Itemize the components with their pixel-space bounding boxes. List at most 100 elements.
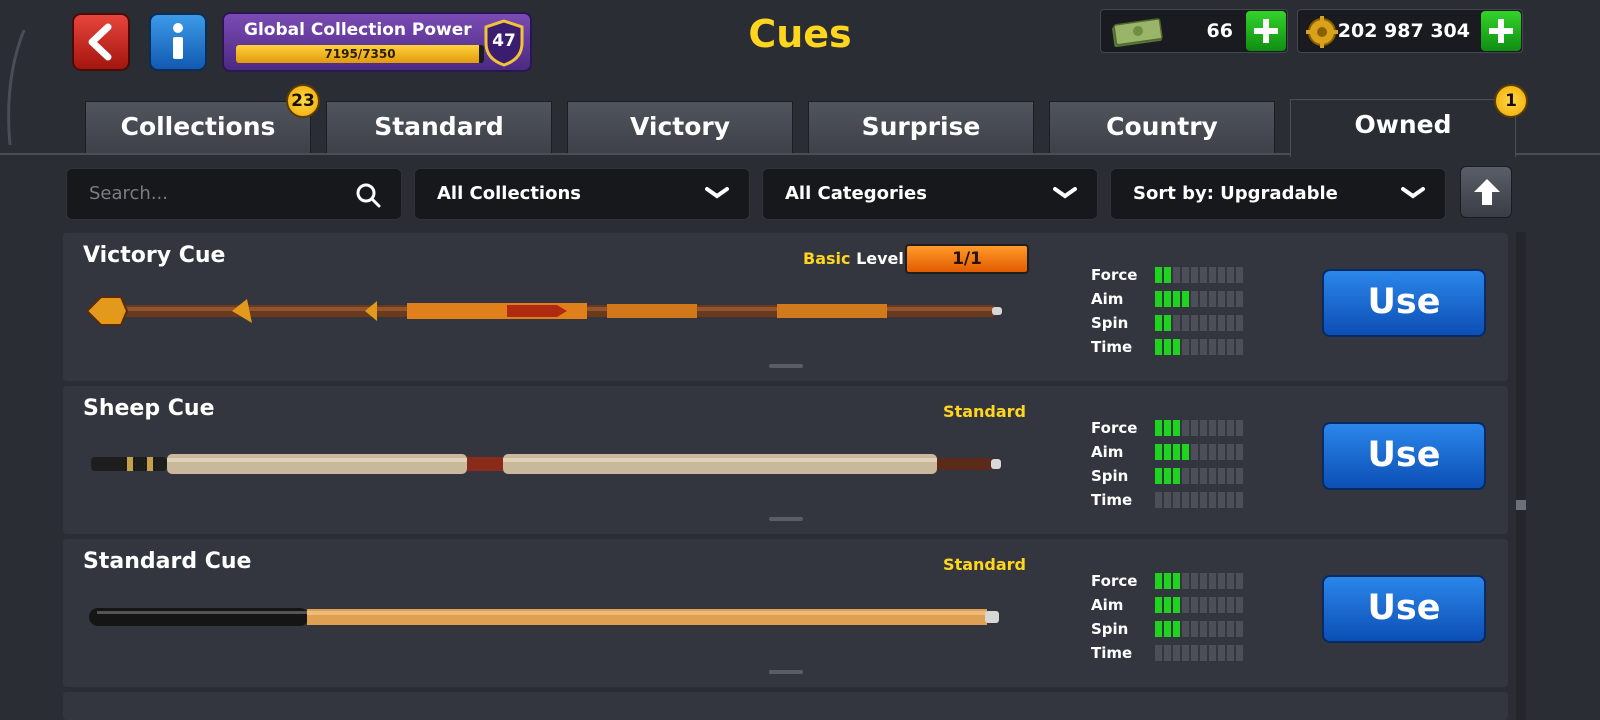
stat-segment	[1209, 339, 1216, 355]
stat-segment	[1155, 315, 1162, 331]
back-arrow-icon	[88, 23, 112, 61]
aim-label: Aim	[1091, 596, 1124, 614]
drag-handle[interactable]	[769, 517, 803, 521]
add-cash-button[interactable]	[1246, 11, 1286, 51]
stat-segment	[1200, 573, 1207, 589]
cue-card-partial	[63, 692, 1508, 720]
stat-segment	[1182, 420, 1189, 436]
stat-segment	[1164, 573, 1171, 589]
spin-label: Spin	[1091, 620, 1129, 638]
drag-handle[interactable]	[769, 364, 803, 368]
scrollbar-track[interactable]	[1516, 232, 1526, 720]
stat-segment	[1182, 339, 1189, 355]
tab-victory[interactable]: Victory	[567, 101, 793, 153]
stat-segment	[1200, 468, 1207, 484]
stat-segment	[1173, 597, 1180, 613]
cue-name: Standard Cue	[83, 549, 252, 574]
stat-segment	[1173, 645, 1180, 661]
stat-segment	[1200, 315, 1207, 331]
stat-segment	[1200, 339, 1207, 355]
stat-segment	[1209, 492, 1216, 508]
collections-badge: 23	[286, 84, 320, 118]
stat-segment	[1155, 267, 1162, 283]
categories-dropdown[interactable]: All Categories	[762, 168, 1098, 220]
stat-segment	[1182, 645, 1189, 661]
stat-segment	[1164, 597, 1171, 613]
tab-country[interactable]: Country	[1049, 101, 1275, 153]
stat-segment	[1209, 621, 1216, 637]
coins-icon	[1306, 16, 1338, 48]
tab-surprise[interactable]: Surprise	[808, 101, 1034, 153]
page-title: Cues	[748, 12, 852, 56]
stat-segment	[1155, 645, 1162, 661]
cue-card-sheep: Sheep Cue Standard Force Aim Spin Time U…	[63, 386, 1508, 534]
stat-segment	[1200, 267, 1207, 283]
cash-value: 66	[1206, 20, 1233, 42]
collections-dropdown[interactable]: All Collections	[414, 168, 750, 220]
stat-segment	[1227, 573, 1234, 589]
tab-owned[interactable]: Owned	[1290, 99, 1516, 157]
chevron-down-icon	[1053, 187, 1077, 199]
stat-segment	[1209, 267, 1216, 283]
tab-collections[interactable]: Collections	[85, 101, 311, 153]
collections-dropdown-value: All Collections	[437, 183, 581, 204]
stat-segment	[1236, 420, 1243, 436]
search-input[interactable]: Search...	[66, 168, 402, 220]
stat-segment	[1155, 291, 1162, 307]
stat-segment	[1164, 315, 1171, 331]
arrow-up-icon	[1474, 179, 1500, 205]
stat-segment	[1173, 267, 1180, 283]
coins-counter: 202 987 304	[1297, 9, 1523, 53]
stat-segment	[1218, 444, 1225, 460]
info-icon	[173, 23, 183, 59]
cue-name: Sheep Cue	[83, 396, 215, 421]
stat-segment	[1236, 267, 1243, 283]
cue-rarity: Standard	[943, 555, 1026, 574]
add-coins-button[interactable]	[1481, 11, 1521, 51]
drag-handle[interactable]	[769, 670, 803, 674]
cue-rarity: Standard	[943, 402, 1026, 421]
cue-level-progress: 1/1	[905, 244, 1029, 274]
owned-badge: 1	[1494, 84, 1528, 118]
tab-standard[interactable]: Standard	[326, 101, 552, 153]
cash-counter: 66	[1100, 9, 1288, 53]
search-icon	[356, 183, 381, 208]
stat-segment	[1191, 267, 1198, 283]
stat-segment	[1182, 291, 1189, 307]
chevron-down-icon	[1401, 187, 1425, 199]
aim-label: Aim	[1091, 290, 1124, 308]
stat-segment	[1191, 420, 1198, 436]
stat-segment	[1173, 339, 1180, 355]
stat-segment	[1164, 267, 1171, 283]
stat-segment	[1155, 420, 1162, 436]
stat-segment	[1218, 420, 1225, 436]
stat-segment	[1218, 468, 1225, 484]
force-label: Force	[1091, 266, 1138, 284]
gcp-label: Global Collection Power	[244, 20, 472, 40]
use-button[interactable]: Use	[1322, 269, 1486, 337]
stat-segment	[1155, 621, 1162, 637]
use-button[interactable]: Use	[1322, 575, 1486, 643]
info-button[interactable]	[149, 13, 207, 71]
sort-dropdown-value: Sort by: Upgradable	[1133, 183, 1338, 204]
stat-segment	[1209, 444, 1216, 460]
stat-segment	[1173, 420, 1180, 436]
stat-segment	[1236, 597, 1243, 613]
use-button[interactable]: Use	[1322, 422, 1486, 490]
back-button[interactable]	[72, 13, 130, 71]
stat-segment	[1227, 420, 1234, 436]
stat-segment	[1173, 444, 1180, 460]
force-label: Force	[1091, 572, 1138, 590]
stat-segment	[1218, 597, 1225, 613]
cue-rarity: Basic	[803, 249, 851, 268]
time-label: Time	[1091, 491, 1133, 509]
scrollbar-thumb[interactable]	[1516, 500, 1526, 510]
left-edge-arc	[7, 29, 26, 146]
sort-direction-button[interactable]	[1460, 166, 1512, 218]
sort-dropdown[interactable]: Sort by: Upgradable	[1110, 168, 1446, 220]
stat-segment	[1155, 468, 1162, 484]
spin-label: Spin	[1091, 314, 1129, 332]
cue-name: Victory Cue	[83, 243, 226, 268]
global-collection-power-panel[interactable]: Global Collection Power 7195/7350 47	[222, 12, 532, 72]
stat-segment	[1191, 573, 1198, 589]
